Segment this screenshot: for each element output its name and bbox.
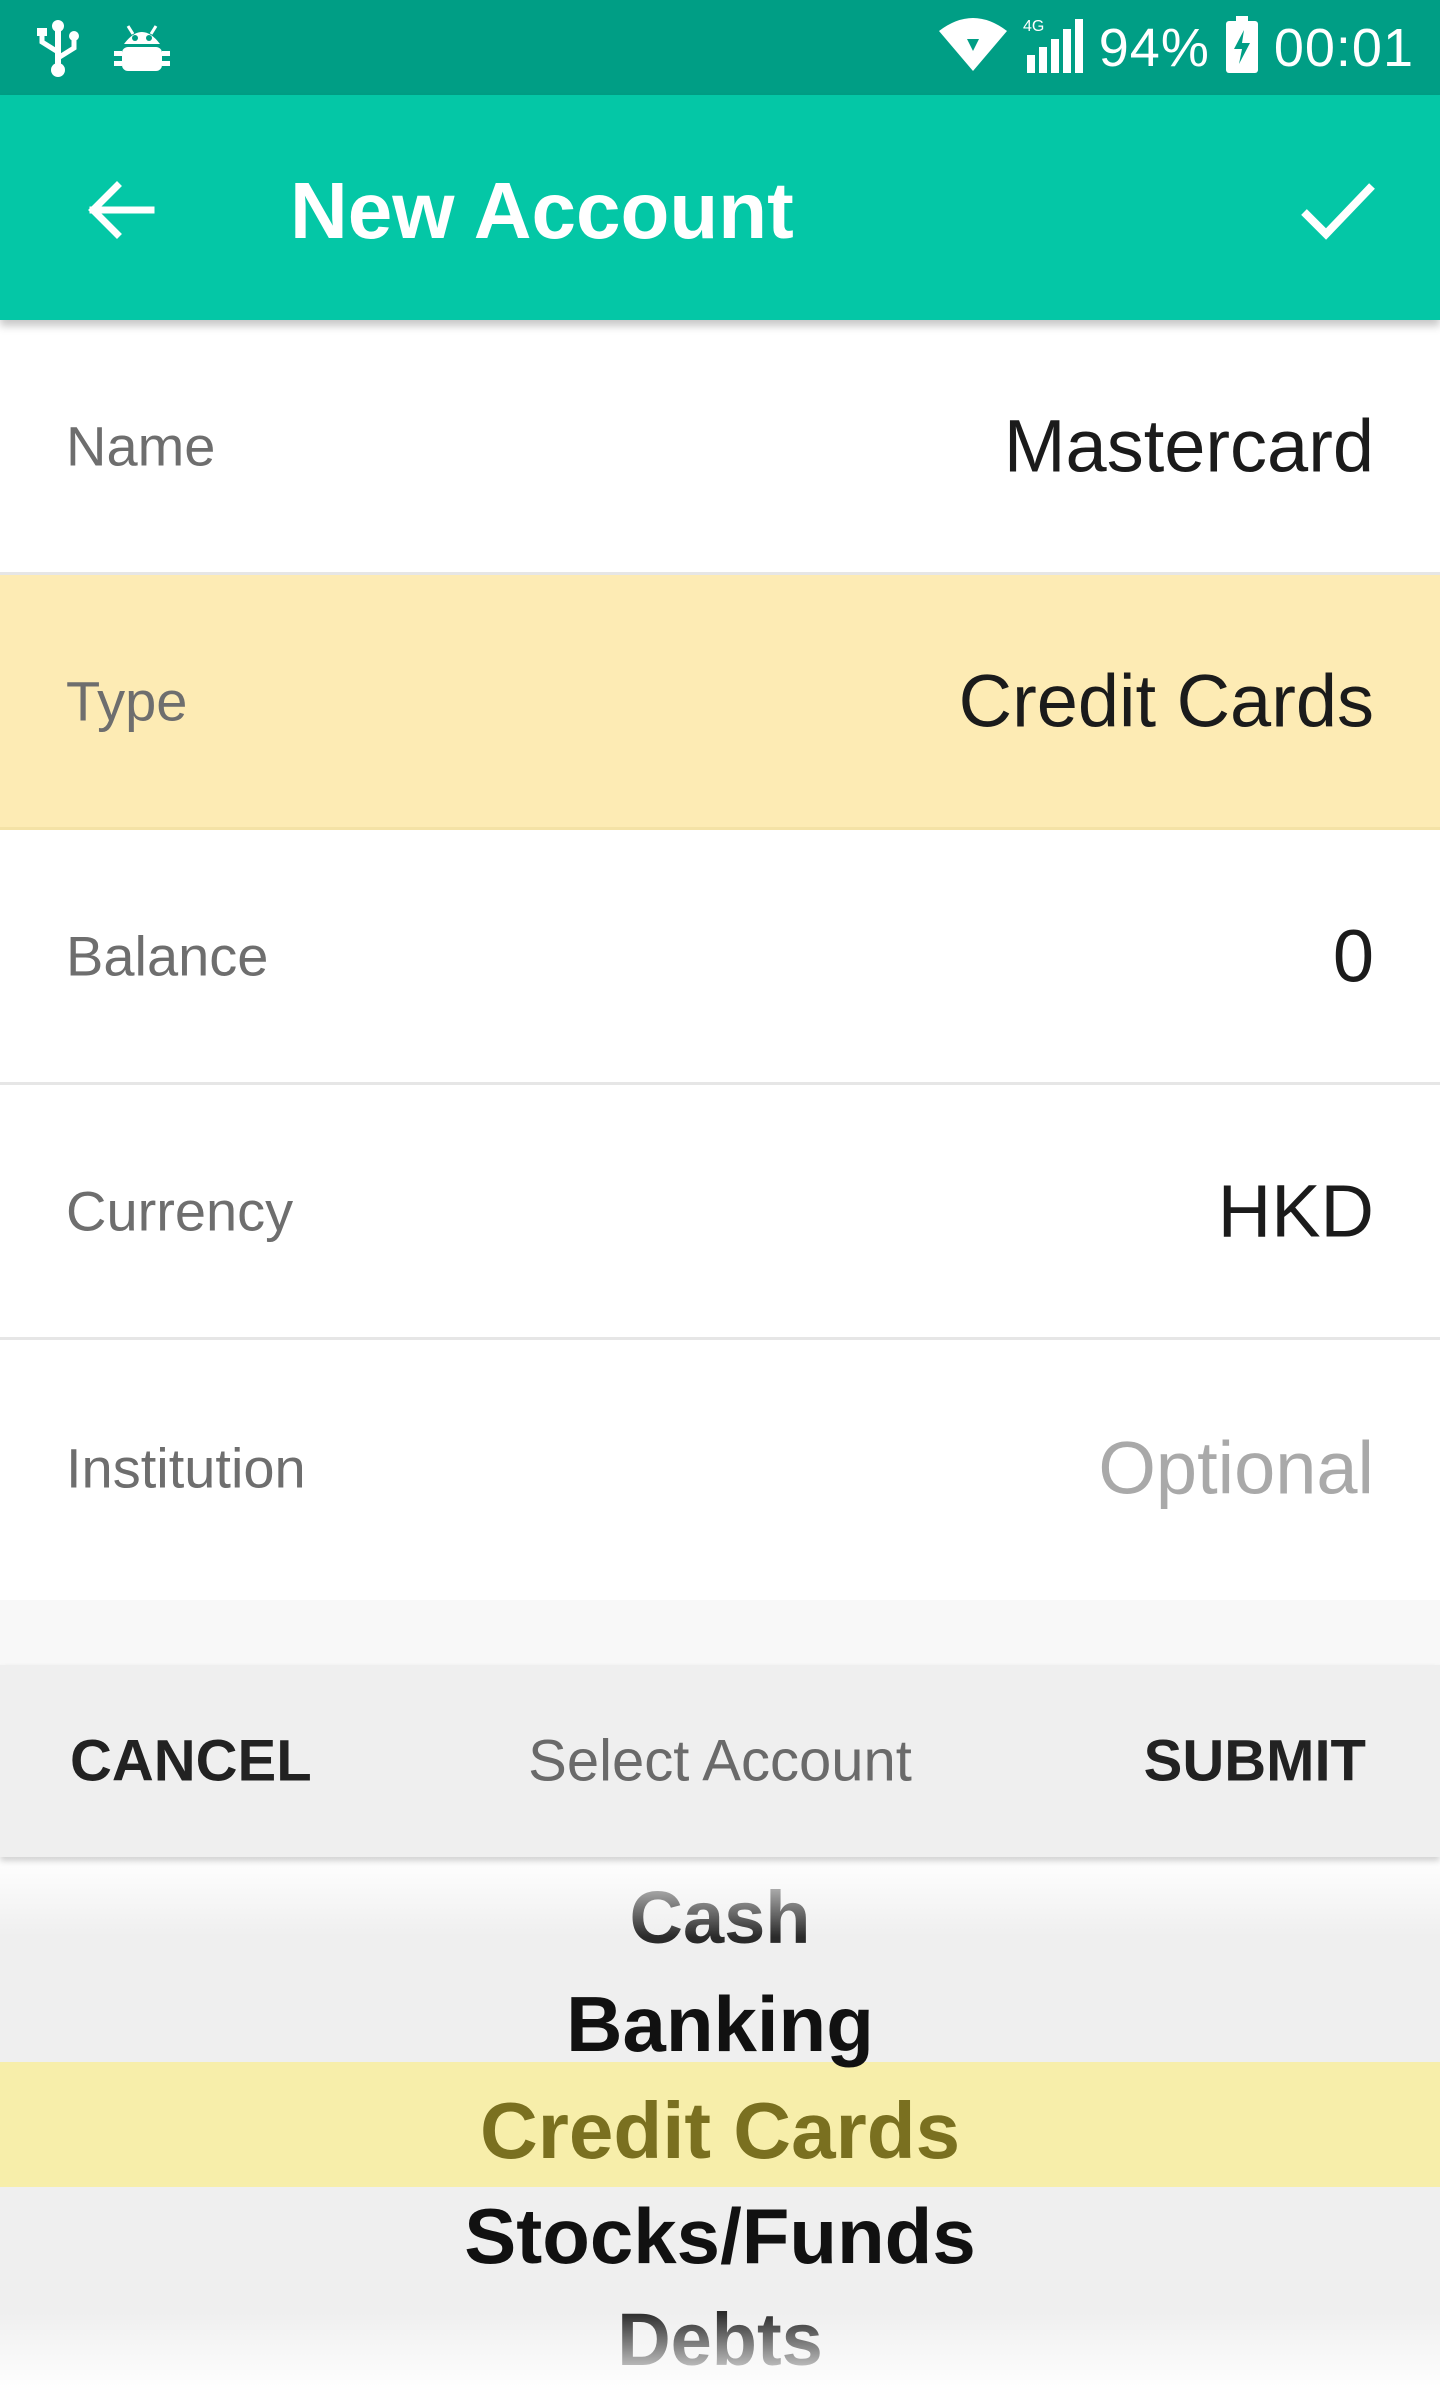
clock: 00:01 xyxy=(1273,17,1414,78)
status-bar: 4G 94% 00:01 xyxy=(0,0,1440,95)
picker-title: Select Account xyxy=(528,1728,912,1794)
wheel-item-cash[interactable]: Cash xyxy=(0,1875,1440,1960)
check-icon xyxy=(1301,183,1375,240)
balance-field[interactable]: 0 xyxy=(1333,914,1374,999)
page-title: New Account xyxy=(290,166,794,255)
name-row[interactable]: Name Mastercard xyxy=(0,320,1440,575)
type-label: Type xyxy=(66,669,188,733)
usb-icon xyxy=(36,18,80,83)
name-label: Name xyxy=(66,414,216,478)
institution-label: Institution xyxy=(66,1436,306,1499)
wheel-item-credit-cards[interactable]: Credit Cards xyxy=(0,2085,1440,2177)
svg-text:4G: 4G xyxy=(1023,18,1044,35)
wifi-icon xyxy=(937,17,1009,78)
android-debug-icon xyxy=(114,18,170,83)
institution-row[interactable]: Institution Optional xyxy=(0,1340,1440,1595)
balance-row[interactable]: Balance 0 xyxy=(0,830,1440,1085)
currency-row[interactable]: Currency HKD xyxy=(0,1085,1440,1340)
wheel-item-stocks-funds[interactable]: Stocks/Funds xyxy=(0,2191,1440,2282)
battery-charging-icon xyxy=(1224,16,1260,79)
currency-field[interactable]: HKD xyxy=(1218,1169,1374,1254)
type-row[interactable]: Type Credit Cards xyxy=(0,575,1440,830)
wheel-item-debts[interactable]: Debts xyxy=(0,2297,1440,2382)
divider xyxy=(0,1600,1440,1665)
submit-button[interactable]: SUBMIT xyxy=(1144,1728,1366,1795)
balance-label: Balance xyxy=(66,924,269,988)
confirm-button[interactable] xyxy=(1278,150,1398,270)
account-form: Name Mastercard Type Credit Cards Balanc… xyxy=(0,320,1440,1595)
cancel-button[interactable]: CANCEL xyxy=(70,1728,312,1795)
wheel-item-banking[interactable]: Banking xyxy=(0,1979,1440,2070)
back-button[interactable] xyxy=(66,155,176,265)
picker-toolbar: CANCEL Select Account SUBMIT xyxy=(0,1665,1440,1857)
signal-icon: 4G xyxy=(1023,15,1085,80)
account-type-wheel[interactable]: Cash Banking Credit Cards Stocks/Funds D… xyxy=(0,1857,1440,2392)
institution-field[interactable]: Optional xyxy=(1098,1425,1374,1510)
app-bar: New Account xyxy=(0,95,1440,320)
battery-percent: 94% xyxy=(1098,17,1210,78)
arrow-left-icon xyxy=(88,181,155,239)
name-field[interactable]: Mastercard xyxy=(1004,404,1374,489)
type-field[interactable]: Credit Cards xyxy=(959,659,1374,744)
currency-label: Currency xyxy=(66,1179,294,1243)
